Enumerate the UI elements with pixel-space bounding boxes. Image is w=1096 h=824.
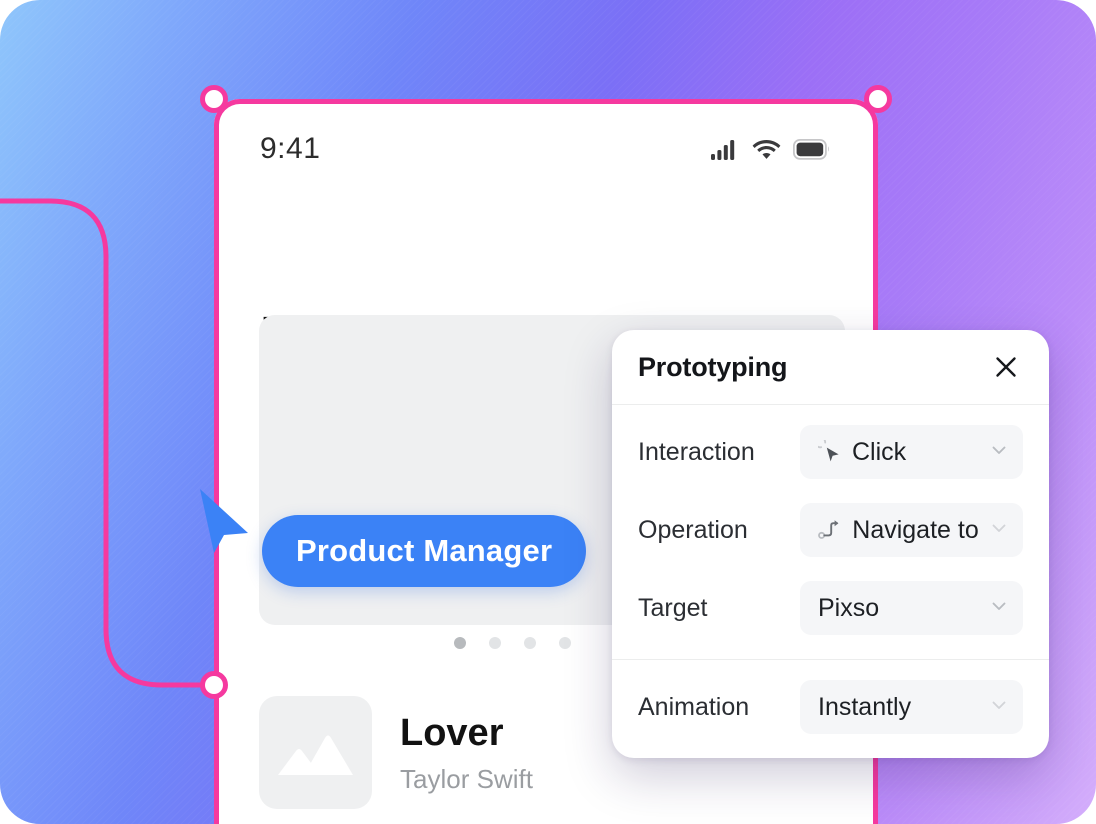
song-list-item[interactable]: Lover Taylor Swift <box>259 696 533 809</box>
status-bar: 9:41 <box>214 129 878 169</box>
song-thumbnail <box>259 696 372 809</box>
selection-handle-top-right[interactable] <box>864 85 892 113</box>
carousel-dot[interactable] <box>524 637 536 649</box>
battery-icon <box>793 138 830 160</box>
row-animation: Animation Instantly <box>638 668 1023 746</box>
operation-value: Navigate to <box>852 515 979 544</box>
cellular-signal-icon <box>711 139 735 160</box>
navigate-flow-icon <box>818 518 842 542</box>
status-time: 9:41 <box>260 132 321 165</box>
collaborator-cursor-icon <box>200 489 248 553</box>
chevron-down-icon[interactable] <box>989 518 1009 543</box>
target-value: Pixso <box>818 593 880 622</box>
animation-value: Instantly <box>818 692 912 721</box>
selection-handle-bottom-left[interactable] <box>200 671 228 699</box>
animation-select[interactable]: Instantly <box>800 680 1023 734</box>
carousel-dots[interactable] <box>454 637 571 649</box>
carousel-dot[interactable] <box>454 637 466 649</box>
collaborator-name-tooltip: Product Manager <box>262 515 587 587</box>
row-target: Target Pixso <box>638 569 1023 647</box>
collaborator-name-label: Product Manager <box>296 533 553 568</box>
wifi-icon <box>752 139 781 159</box>
target-select[interactable]: Pixso <box>800 581 1023 635</box>
row-label-animation: Animation <box>638 692 750 721</box>
song-artist: Taylor Swift <box>400 763 533 794</box>
chevron-down-icon[interactable] <box>989 695 1009 720</box>
status-icons <box>711 138 830 160</box>
carousel-dot[interactable] <box>489 637 501 649</box>
row-operation: Operation Navigate to <box>638 491 1023 569</box>
carousel-dot[interactable] <box>559 637 571 649</box>
click-cursor-icon <box>818 440 842 464</box>
operation-select[interactable]: Navigate to <box>800 503 1023 557</box>
design-canvas: 9:41 Lover Taylor Swift Product Manager … <box>0 0 1096 824</box>
interaction-value: Click <box>852 437 907 466</box>
row-label-interaction: Interaction <box>638 437 755 466</box>
row-label-target: Target <box>638 593 708 622</box>
prototyping-panel-title: Prototyping <box>638 351 788 382</box>
prototyping-panel-header: Prototyping <box>612 330 1049 404</box>
song-title: Lover <box>400 711 504 754</box>
row-label-operation: Operation <box>638 515 748 544</box>
image-placeholder-icon <box>278 735 353 775</box>
prototyping-panel[interactable]: Prototyping Interaction Click Operation … <box>612 330 1049 758</box>
prototyping-section-animation: Animation Instantly <box>612 660 1049 758</box>
song-meta: Lover Taylor Swift <box>400 714 533 792</box>
chevron-down-icon[interactable] <box>989 440 1009 465</box>
selection-handle-top-left[interactable] <box>200 85 228 113</box>
close-icon[interactable] <box>991 352 1021 382</box>
row-interaction: Interaction Click <box>638 413 1023 491</box>
interaction-select[interactable]: Click <box>800 425 1023 479</box>
prototyping-section-trigger: Interaction Click Operation Navigate to … <box>612 405 1049 659</box>
chevron-down-icon[interactable] <box>989 596 1009 621</box>
